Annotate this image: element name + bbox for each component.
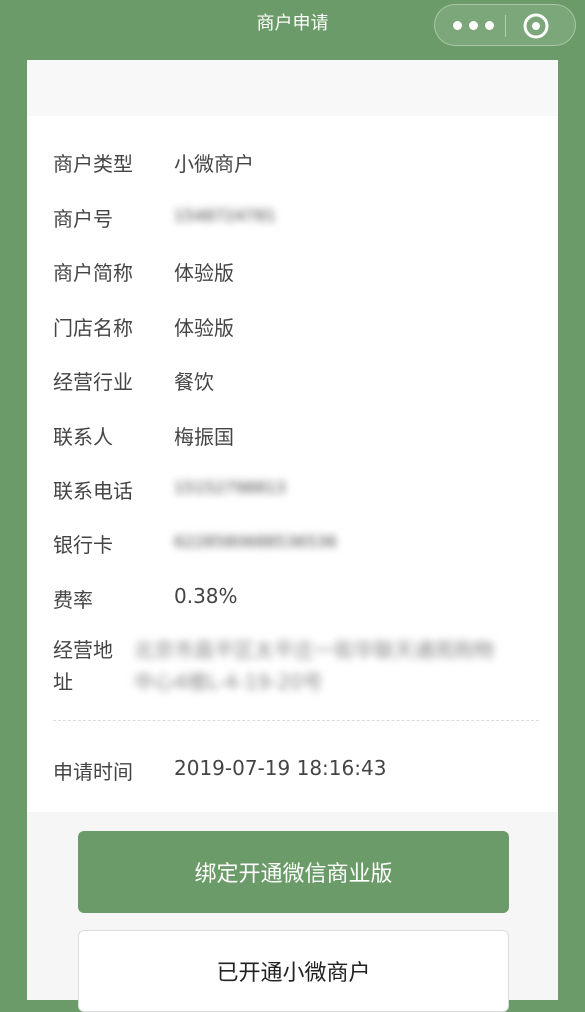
store-name-label: 门店名称 xyxy=(53,316,133,340)
store-name-value: 体验版 xyxy=(174,316,234,340)
industry-value: 餐饮 xyxy=(174,370,214,394)
target-circle-icon[interactable] xyxy=(521,11,551,41)
short-name-label: 商户简称 xyxy=(53,261,133,285)
fee-rate-value: 0.38% xyxy=(174,584,238,608)
phone-value: 15152798813 xyxy=(174,478,286,497)
dashed-divider xyxy=(53,720,539,721)
address-value-line2: 中心4楼L-4-19-20号 xyxy=(134,670,323,694)
phone-label: 联系电话 xyxy=(53,479,133,503)
merchant-type-value: 小微商户 xyxy=(174,152,254,176)
apply-time-value: 2019-07-19 18:16:43 xyxy=(174,756,387,780)
address-label-line1: 经营地 xyxy=(53,638,113,662)
industry-label: 经营行业 xyxy=(53,370,133,394)
merchant-detail-card: 商户类型 小微商户 商户号 1548724781 商户简称 体验版 门店名称 体… xyxy=(27,60,558,812)
address-label: 经营地 址 xyxy=(53,634,133,698)
address-value-line1: 北京市昌平区太平庄一街华联天通苑购物 xyxy=(134,638,494,662)
contact-label: 联系人 xyxy=(53,425,113,449)
address-label-line2: 址 xyxy=(53,670,73,694)
merchant-no-value: 1548724781 xyxy=(174,206,276,225)
merchant-no-label: 商户号 xyxy=(53,207,113,231)
address-value: 北京市昌平区太平庄一街华联天通苑购物 中心4楼L-4-19-20号 xyxy=(134,634,534,698)
bank-card-value: 6228580688536536 xyxy=(174,532,337,551)
bank-card-label: 银行卡 xyxy=(53,533,113,557)
short-name-value: 体验版 xyxy=(174,261,234,285)
navigation-bar: 商户申请 xyxy=(0,0,585,52)
merchant-type-label: 商户类型 xyxy=(53,152,133,176)
more-dots-icon[interactable] xyxy=(447,5,503,45)
fee-rate-label: 费率 xyxy=(53,588,93,612)
contact-value: 梅振国 xyxy=(174,425,234,449)
card-header-strip xyxy=(27,60,558,116)
capsule-divider xyxy=(505,15,506,37)
bind-wechat-business-button[interactable]: 绑定开通微信商业版 xyxy=(78,831,509,913)
mini-program-capsule xyxy=(434,4,576,46)
apply-time-label: 申请时间 xyxy=(53,760,133,784)
